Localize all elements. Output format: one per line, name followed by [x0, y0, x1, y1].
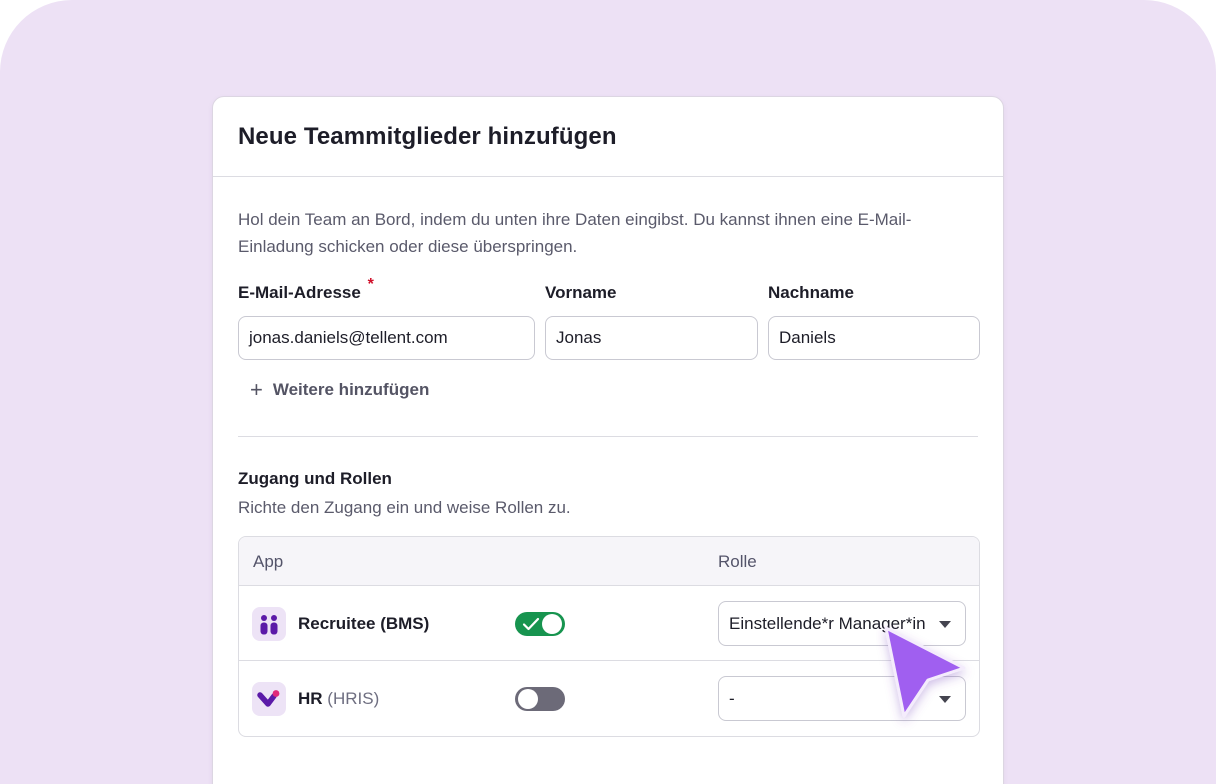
table-row-recruitee: Recruitee (BMS) Einstellende*r Manager*i… [239, 586, 979, 661]
email-label: E-Mail-Adresse * [238, 276, 374, 305]
toggle-knob [542, 614, 562, 634]
recruitee-access-toggle[interactable] [515, 612, 565, 636]
last-name-input[interactable]: Daniels [768, 316, 980, 360]
app-name: HR (HRIS) [298, 689, 379, 709]
access-section-title: Zugang und Rollen [238, 469, 392, 488]
email-input[interactable]: jonas.daniels@tellent.com [238, 316, 535, 360]
column-header-app: App [253, 552, 284, 571]
table-row-hr: HR (HRIS) - [239, 661, 979, 736]
toggle-knob [518, 689, 538, 709]
intro-text: Hol dein Team an Bord, indem du unten ih… [238, 210, 912, 256]
table-header: App Rolle [239, 537, 979, 586]
member-fields: E-Mail-Adresse * jonas.daniels@tellent.c… [238, 276, 980, 381]
app-name-text: Recruitee (BMS) [298, 614, 430, 633]
first-name-input-value: Jonas [556, 328, 602, 347]
column-header-role: Rolle [718, 552, 757, 571]
app-name-suffix: (HRIS) [327, 689, 380, 708]
background-frame: Neue Teammitglieder hinzufügen Hol dein … [0, 0, 1216, 784]
section-divider [238, 436, 978, 437]
app-name: Recruitee (BMS) [298, 614, 429, 634]
email-label-text: E-Mail-Adresse [238, 283, 361, 302]
add-more-label: Weitere hinzufügen [272, 380, 430, 399]
app-name-text: HR [298, 689, 323, 708]
recruitee-logo-icon [252, 607, 286, 641]
access-table: App Rolle Recruitee (BMS) Einstellende*r… [238, 536, 980, 737]
check-icon [522, 617, 540, 631]
hr-access-toggle[interactable] [515, 687, 565, 711]
hr-logo-icon [252, 682, 286, 716]
pointer-cursor-icon [884, 626, 966, 718]
dialog-header: Neue Teammitglieder hinzufügen [213, 97, 1003, 177]
first-name-label: Vorname [545, 283, 617, 302]
last-name-input-value: Daniels [779, 328, 836, 347]
required-mark: * [367, 276, 374, 293]
first-name-field-group: Vorname Jonas [545, 281, 758, 360]
last-name-label: Nachname [768, 283, 854, 302]
email-input-value: jonas.daniels@tellent.com [249, 328, 448, 347]
dialog-title: Neue Teammitglieder hinzufügen [238, 122, 617, 150]
plus-icon: + [250, 377, 263, 402]
last-name-field-group: Nachname Daniels [768, 281, 980, 360]
email-field-group: E-Mail-Adresse * jonas.daniels@tellent.c… [238, 276, 535, 360]
access-section-description: Richte den Zugang ein und weise Rollen z… [238, 498, 571, 517]
role-select-value: - [729, 688, 735, 708]
first-name-input[interactable]: Jonas [545, 316, 758, 360]
